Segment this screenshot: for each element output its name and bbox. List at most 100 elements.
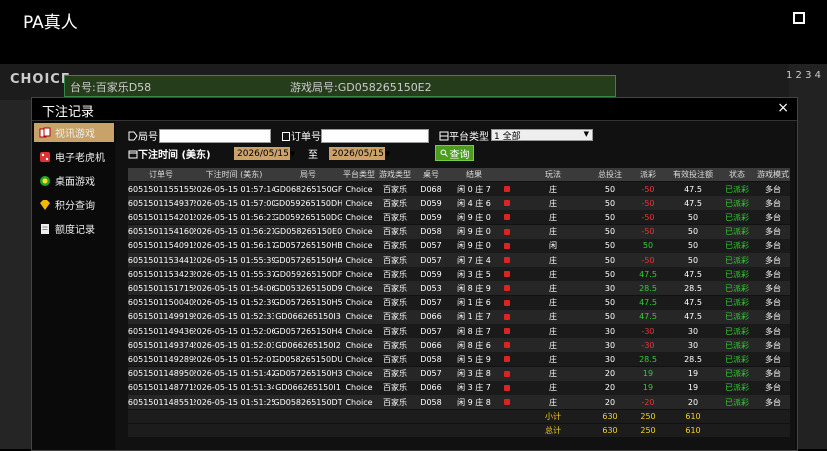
cell-video[interactable] bbox=[500, 338, 514, 352]
date-from-picker[interactable]: 2026/05/15 ▼ bbox=[234, 147, 295, 160]
tag-icon bbox=[128, 131, 138, 140]
cell-bet-type: 庄 bbox=[549, 312, 557, 322]
table-row: 2605150115493732026-05-15 01:57:00GD0592… bbox=[128, 196, 790, 211]
cell-total-bet: 30 bbox=[604, 340, 616, 350]
video-replay-icon[interactable] bbox=[504, 342, 510, 349]
video-replay-icon[interactable] bbox=[504, 384, 510, 391]
table-row: 2605150115344102026-05-15 01:55:39GD0572… bbox=[128, 253, 790, 267]
video-replay-icon[interactable] bbox=[504, 186, 510, 192]
platform-select[interactable]: 1 全部 ▼ bbox=[491, 129, 593, 142]
table-row: 2605150114943632026-05-15 01:52:06GD0572… bbox=[128, 324, 790, 338]
cell-game-mode: 多台 bbox=[765, 397, 781, 407]
order-input[interactable] bbox=[321, 129, 429, 143]
cell-payout: -50 bbox=[641, 255, 655, 265]
video-replay-icon[interactable] bbox=[504, 271, 510, 278]
cell-video[interactable] bbox=[500, 196, 514, 210]
cell-round-id: GD066265150I2 bbox=[275, 340, 341, 350]
diamond-icon bbox=[40, 199, 50, 210]
video-replay-icon[interactable] bbox=[504, 242, 510, 249]
video-replay-icon[interactable] bbox=[504, 285, 510, 292]
cell-game-mode: 多台 bbox=[765, 383, 781, 393]
video-replay-icon[interactable] bbox=[504, 299, 510, 306]
sidebar-item-label: 额度记录 bbox=[55, 225, 95, 236]
cell-video[interactable] bbox=[500, 281, 514, 295]
cell-status: 已派彩 bbox=[725, 241, 749, 251]
cell-video[interactable] bbox=[500, 253, 514, 267]
cell-video[interactable] bbox=[500, 381, 514, 395]
sidebar-item-slots[interactable]: 电子老虎机 bbox=[34, 147, 114, 166]
cell-video[interactable] bbox=[500, 239, 514, 253]
search-icon bbox=[440, 149, 448, 157]
cell-video[interactable] bbox=[500, 267, 514, 281]
date-to-picker[interactable]: 2026/05/15 ▼ bbox=[329, 147, 390, 160]
cell-payout: -50 bbox=[641, 227, 655, 237]
cell-game-mode: 多台 bbox=[765, 298, 781, 308]
cell-platform: Choice bbox=[345, 397, 373, 407]
cell-video[interactable] bbox=[500, 225, 514, 239]
video-replay-icon[interactable] bbox=[504, 370, 510, 377]
close-button[interactable]: × bbox=[777, 100, 789, 116]
cell-payout: -50 bbox=[641, 184, 655, 194]
cell-order-id: 260515011487718 bbox=[128, 383, 194, 393]
cell-bet-time: 2026-05-15 01:52:06 bbox=[194, 326, 274, 336]
cell-game-type: 百家乐 bbox=[383, 383, 407, 393]
cell-order-id: 260515011542018 bbox=[128, 212, 194, 222]
cell-payout: -30 bbox=[641, 326, 655, 336]
fullscreen-icon[interactable] bbox=[793, 12, 805, 24]
cell-video[interactable] bbox=[500, 367, 514, 381]
cell-order-id: 260515011549373 bbox=[128, 198, 194, 208]
cell-valid-bet: 50 bbox=[687, 227, 699, 237]
cell-platform: Choice bbox=[345, 227, 373, 237]
cell-payout: -20 bbox=[641, 397, 655, 407]
cell-total-bet: 20 bbox=[604, 369, 616, 379]
cell-bet-type: 庄 bbox=[549, 383, 557, 393]
cell-video[interactable] bbox=[500, 395, 514, 409]
video-replay-icon[interactable] bbox=[504, 257, 510, 263]
cell-total-bet: 20 bbox=[604, 383, 616, 393]
cell-result: 闲 1 庄 7 bbox=[457, 312, 491, 322]
cell-game-type: 百家乐 bbox=[383, 369, 407, 379]
sidebar-item-credit[interactable]: 额度记录 bbox=[34, 219, 114, 238]
cell-round-id: GD059265150DG bbox=[274, 212, 342, 222]
sidebar-item-label: 视讯游戏 bbox=[55, 129, 95, 140]
column-header-bet-time: 下注时间 (美东) bbox=[205, 170, 263, 179]
video-replay-icon[interactable] bbox=[504, 399, 510, 405]
cell-video[interactable] bbox=[500, 210, 514, 224]
cell-bet-time: 2026-05-15 01:52:33 bbox=[194, 312, 274, 322]
cell-round-id: GD057265150HA bbox=[274, 255, 342, 265]
subtotal-row: 小计 630 250 610 bbox=[128, 410, 790, 424]
cell-total-bet: 50 bbox=[604, 212, 616, 222]
cell-platform: Choice bbox=[345, 298, 373, 308]
cell-game-mode: 多台 bbox=[765, 269, 781, 279]
table-row: 2605150115420182026-05-15 01:56:23GD0592… bbox=[128, 210, 790, 225]
cell-total-bet: 50 bbox=[604, 227, 616, 237]
table-row: 2605150114855122026-05-15 01:51:25GD0582… bbox=[128, 395, 790, 409]
bureau-filter-label: 局号 bbox=[128, 128, 158, 143]
video-replay-icon[interactable] bbox=[504, 200, 510, 207]
cell-payout: 47.5 bbox=[639, 312, 657, 322]
video-replay-icon[interactable] bbox=[504, 356, 510, 363]
cell-video[interactable] bbox=[500, 182, 514, 196]
cell-order-id: 260515011494363 bbox=[128, 326, 194, 336]
cell-order-id: 260515011485512 bbox=[128, 397, 194, 407]
cell-table-no: D057 bbox=[420, 255, 442, 265]
cell-game-type: 百家乐 bbox=[383, 227, 407, 237]
bureau-input[interactable] bbox=[159, 129, 271, 143]
cell-video[interactable] bbox=[500, 352, 514, 366]
sidebar-item-live-games[interactable]: 视讯游戏 bbox=[34, 123, 114, 142]
cell-video[interactable] bbox=[500, 296, 514, 310]
video-replay-icon[interactable] bbox=[504, 214, 510, 221]
cell-video[interactable] bbox=[500, 310, 514, 324]
table-row: 2605150114937462026-05-15 01:52:03GD0662… bbox=[128, 338, 790, 353]
query-button[interactable]: 查询 bbox=[435, 145, 474, 161]
video-replay-icon[interactable] bbox=[504, 313, 510, 320]
cell-game-type: 百家乐 bbox=[383, 269, 407, 279]
cell-result: 闲 8 庄 7 bbox=[457, 326, 491, 336]
sidebar-item-points[interactable]: 积分查询 bbox=[34, 195, 114, 214]
cell-bet-type: 庄 bbox=[549, 354, 557, 364]
cell-video[interactable] bbox=[500, 324, 514, 338]
cell-round-id: GD057265150H5 bbox=[274, 298, 342, 308]
sidebar-item-table-games[interactable]: 桌面游戏 bbox=[34, 171, 114, 190]
video-replay-icon[interactable] bbox=[504, 328, 510, 334]
video-replay-icon[interactable] bbox=[504, 228, 510, 235]
